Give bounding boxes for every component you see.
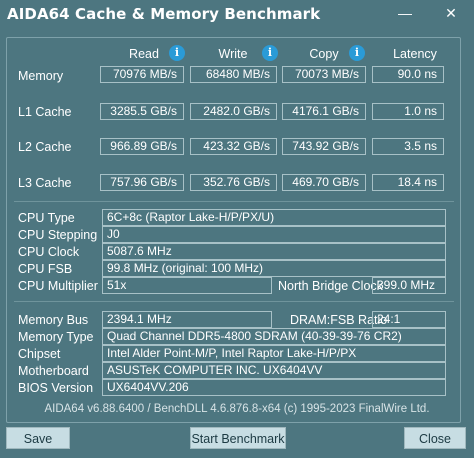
l2-write-value: 423.32 GB/s [190,138,277,155]
chipset-label: Chipset [18,347,61,361]
cpu-fsb-value: 99.8 MHz (original: 100 MHz) [102,260,446,277]
minimize-button[interactable]: — [392,2,418,24]
memory-bus-label: Memory Bus [18,313,89,327]
l3-read-value: 757.96 GB/s [100,174,184,191]
l3-write-value: 352.76 GB/s [190,174,277,191]
section-divider-2 [14,301,454,302]
cpu-multiplier-value: 51x [102,277,272,294]
copyright-footer: AIDA64 v6.88.6400 / BenchDLL 4.6.876.8-x… [44,403,430,415]
memory-copy-value: 70073 MB/s [282,66,366,83]
l3-copy-value: 469.70 GB/s [282,174,366,191]
memory-type-value: Quad Channel DDR5-4800 SDRAM (40-39-39-7… [102,328,446,345]
north-bridge-clock-label: North Bridge Clock [278,279,383,293]
section-divider [14,201,454,202]
l1-latency-value: 1.0 ns [372,103,444,120]
l2-copy-value: 743.92 GB/s [282,138,366,155]
cpu-clock-value: 5087.6 MHz [102,243,446,260]
window-title: AIDA64 Cache & Memory Benchmark [7,5,321,23]
column-header-write: Write [218,47,248,61]
column-header-latency: Latency [393,47,437,61]
close-button[interactable]: Close [404,427,466,449]
row-label-l2-cache: L2 Cache [18,140,72,154]
dram-fsb-ratio-value: 24:1 [372,311,446,328]
row-label-l1-cache: L1 Cache [18,105,72,119]
memory-bus-value: 2394.1 MHz [102,311,272,328]
cpu-type-value: 6C+8c (Raptor Lake-H/P/PX/U) [102,209,446,226]
cpu-multiplier-label: CPU Multiplier [18,279,98,293]
row-label-memory: Memory [18,69,64,83]
l1-read-value: 3285.5 GB/s [100,103,184,120]
memory-type-label: Memory Type [18,330,94,344]
copy-info-icon[interactable]: i [349,45,365,61]
l3-latency-value: 18.4 ns [372,174,444,191]
l1-write-value: 2482.0 GB/s [190,103,277,120]
bios-version-value: UX6404VV.206 [102,379,446,396]
column-header-read: Read [129,47,159,61]
memory-read-value: 70976 MB/s [100,66,184,83]
cpu-type-label: CPU Type [18,211,75,225]
l2-latency-value: 3.5 ns [372,138,444,155]
cpu-stepping-label: CPU Stepping [18,228,98,242]
cpu-clock-label: CPU Clock [18,245,80,259]
chipset-value: Intel Alder Point-M/P, Intel Raptor Lake… [102,345,446,362]
north-bridge-clock-value: 399.0 MHz [372,277,446,294]
read-info-icon[interactable]: i [169,45,185,61]
close-window-button[interactable]: ✕ [438,2,464,24]
motherboard-label: Motherboard [18,364,89,378]
start-benchmark-button[interactable]: Start Benchmark [190,427,286,449]
column-header-copy: Copy [309,47,339,61]
write-info-icon[interactable]: i [262,45,278,61]
memory-latency-value: 90.0 ns [372,66,444,83]
l2-read-value: 966.89 GB/s [100,138,184,155]
row-label-l3-cache: L3 Cache [18,176,72,190]
cpu-stepping-value: J0 [102,226,446,243]
motherboard-value: ASUSTeK COMPUTER INC. UX6404VV [102,362,446,379]
l1-copy-value: 4176.1 GB/s [282,103,366,120]
save-button[interactable]: Save [6,427,70,449]
cpu-fsb-label: CPU FSB [18,262,73,276]
bios-version-label: BIOS Version [18,381,94,395]
memory-write-value: 68480 MB/s [190,66,277,83]
